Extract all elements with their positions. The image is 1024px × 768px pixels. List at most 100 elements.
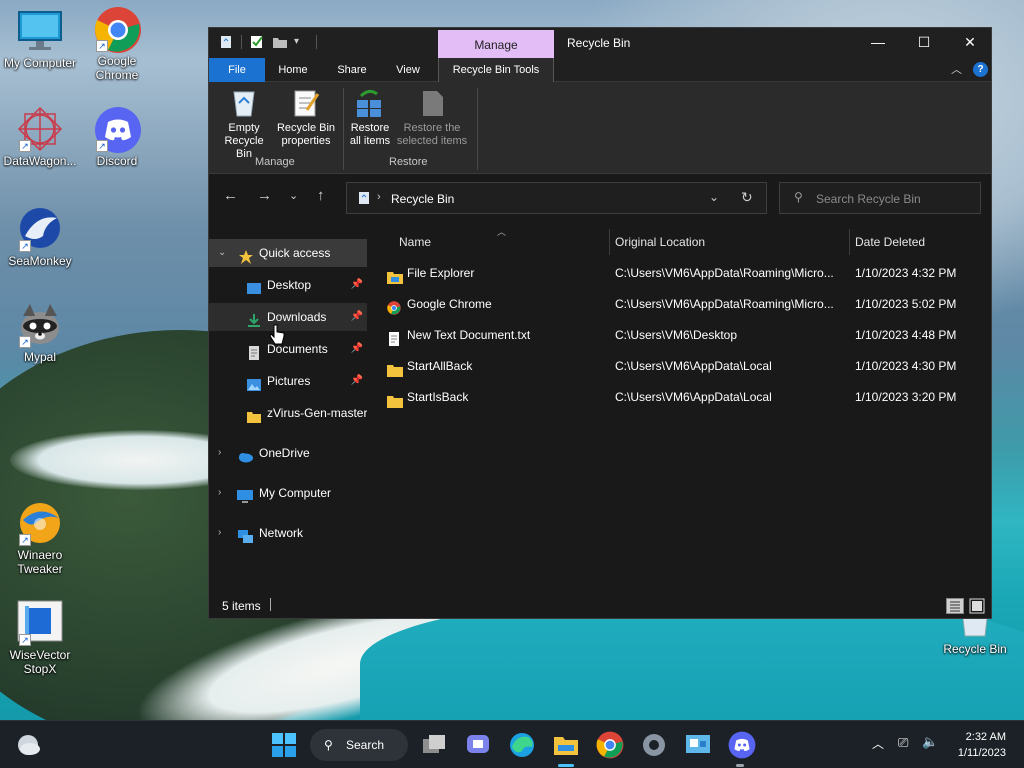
nav-downloads[interactable]: Downloads 📌 <box>209 303 367 331</box>
edge-icon[interactable] <box>508 731 536 759</box>
back-button[interactable]: ← <box>223 187 238 204</box>
desktop-icon-datawagon[interactable]: ↗ DataWagon... <box>0 106 80 168</box>
volume-icon[interactable]: 🔈 <box>922 734 938 750</box>
file-explorer-taskbar-icon[interactable] <box>552 731 580 759</box>
desktop-icon-discord[interactable]: ↗ Discord <box>77 106 157 168</box>
forward-button[interactable]: → <box>257 187 272 204</box>
large-icons-view-icon[interactable] <box>969 598 985 614</box>
nav-quick-access[interactable]: ⌄ Quick access <box>209 239 367 267</box>
nav-documents[interactable]: Documents 📌 <box>209 335 367 363</box>
search-box[interactable]: ⚲ <box>779 182 981 214</box>
ribbon-group-separator <box>477 88 478 170</box>
search-icon: ⚲ <box>794 190 803 204</box>
minimize-button[interactable]: — <box>855 28 901 58</box>
manage-context-tab[interactable]: Manage <box>438 30 554 58</box>
nav-zvirus-gen-master[interactable]: zVirus-Gen-master <box>209 399 367 427</box>
tab-share[interactable]: Share <box>331 58 373 82</box>
tab-recycle-bin-tools[interactable]: Recycle Bin Tools <box>438 58 554 82</box>
running-app-indicator <box>736 764 744 767</box>
control-panel-icon[interactable] <box>684 731 712 759</box>
item-count: 5 items <box>222 599 261 613</box>
table-row[interactable]: StartAllBack C:\Users\VM6\AppData\Local … <box>385 352 985 380</box>
system-clock[interactable]: 2:32 AM 1/11/2023 <box>958 729 1006 761</box>
refresh-icon[interactable]: ↻ <box>741 189 753 206</box>
customize-qat-icon[interactable]: ▾ <box>294 35 308 49</box>
restore-selected-items-button[interactable]: Restore the selected items <box>395 86 469 148</box>
table-row[interactable]: New Text Document.txt C:\Users\VM6\Deskt… <box>385 321 985 349</box>
nav-pictures[interactable]: Pictures 📌 <box>209 367 367 395</box>
desktop-icon-label: Discord <box>96 154 138 168</box>
network-status-icon[interactable]: ⎚ <box>898 735 908 751</box>
nav-onedrive[interactable]: › OneDrive <box>209 439 367 467</box>
address-bar[interactable]: › Recycle Bin ⌄ ↻ <box>346 182 767 214</box>
discord-icon[interactable] <box>728 731 756 759</box>
details-view-icon[interactable] <box>946 598 964 614</box>
breadcrumb-recycle-bin[interactable]: Recycle Bin <box>391 192 454 206</box>
restore-all-icon <box>355 88 385 118</box>
shortcut-arrow-icon: ↗ <box>96 140 108 152</box>
column-header-name[interactable]: Name <box>399 231 431 253</box>
close-button[interactable]: ✕ <box>947 28 993 58</box>
tab-file[interactable]: File <box>209 58 265 82</box>
desktop-icon-label: WiseVector StopX <box>9 648 71 676</box>
pin-icon: 📌 <box>350 279 363 290</box>
restore-all-items-button[interactable]: Restore all items <box>347 86 393 148</box>
file-explorer-icon <box>387 266 403 284</box>
nav-network[interactable]: › Network <box>209 519 367 547</box>
chrome-icon[interactable] <box>596 731 624 759</box>
desktop-icon-winaero-tweaker[interactable]: ↗ Winaero Tweaker <box>0 500 80 576</box>
recent-locations-chevron-icon[interactable]: ⌄ <box>289 189 298 202</box>
tab-home[interactable]: Home <box>273 58 313 82</box>
show-hidden-icons-chevron-icon[interactable]: ︿ <box>872 735 884 752</box>
up-button[interactable]: ↑ <box>317 187 325 204</box>
maximize-button[interactable]: ☐ <box>901 28 947 58</box>
file-name: File Explorer <box>407 266 475 280</box>
new-folder-icon[interactable] <box>272 35 287 49</box>
collapse-ribbon-icon[interactable]: ︿ <box>951 61 962 77</box>
file-name: New Text Document.txt <box>407 328 531 342</box>
table-row[interactable]: Google Chrome C:\Users\VM6\AppData\Roami… <box>385 290 985 318</box>
table-row[interactable]: File Explorer C:\Users\VM6\AppData\Roami… <box>385 259 985 287</box>
table-row[interactable]: StartIsBack C:\Users\VM6\AppData\Local 1… <box>385 383 985 411</box>
taskbar-search-button[interactable]: ⚲ Search <box>310 729 408 761</box>
nav-my-computer[interactable]: › My Computer <box>209 479 367 507</box>
shortcut-arrow-icon: ↗ <box>19 534 31 546</box>
start-button[interactable] <box>270 731 298 759</box>
desktop-icon-my-computer[interactable]: My Computer <box>0 8 80 70</box>
address-dropdown-chevron-icon[interactable]: ⌄ <box>709 190 719 204</box>
desktop-icon-google-chrome[interactable]: ↗ Google Chrome <box>77 6 157 82</box>
empty-recycle-bin-button[interactable]: Empty Recycle Bin <box>215 86 273 161</box>
shortcut-arrow-icon: ↗ <box>19 634 31 646</box>
properties-icon[interactable] <box>250 35 264 49</box>
desktop-icon-label: My Computer <box>3 56 77 70</box>
file-name: StartIsBack <box>407 390 469 404</box>
help-icon[interactable]: ? <box>973 62 988 77</box>
weather-icon[interactable] <box>14 731 42 759</box>
file-name: StartAllBack <box>407 359 473 373</box>
column-separator[interactable] <box>609 229 610 255</box>
datawagon-icon: ↗ <box>17 106 63 152</box>
file-date: 1/10/2023 4:48 PM <box>855 328 957 342</box>
search-icon: ⚲ <box>324 738 333 752</box>
file-date: 1/10/2023 3:20 PM <box>855 390 957 404</box>
column-header-date-deleted[interactable]: Date Deleted <box>855 231 925 253</box>
wisevector-icon: ↗ <box>17 600 63 646</box>
settings-gear-icon[interactable] <box>640 731 668 759</box>
desktop-icon-mypal[interactable]: ↗ Mypal <box>0 302 80 364</box>
chrome-icon: ↗ <box>94 6 141 53</box>
file-location: C:\Users\VM6\AppData\Roaming\Micro... <box>615 266 834 280</box>
column-header-original-location[interactable]: Original Location <box>615 231 705 253</box>
teams-chat-icon[interactable] <box>464 731 492 759</box>
taskbar-search-label: Search <box>346 738 385 752</box>
tab-view[interactable]: View <box>389 58 427 82</box>
recycle-bin-properties-button[interactable]: Recycle Bin properties <box>273 86 339 148</box>
pin-icon: 📌 <box>350 375 363 386</box>
task-view-icon[interactable] <box>420 731 448 759</box>
shortcut-arrow-icon: ↗ <box>19 240 31 252</box>
desktop-icon-wisevector-stopx[interactable]: ↗ WiseVector StopX <box>0 600 80 676</box>
desktop-icon-seamonkey[interactable]: ↗ SeaMonkey <box>0 206 80 268</box>
nav-desktop[interactable]: Desktop 📌 <box>209 271 367 299</box>
search-input[interactable] <box>816 190 966 208</box>
column-separator[interactable] <box>849 229 850 255</box>
clock-time: 2:32 AM <box>965 731 1006 743</box>
